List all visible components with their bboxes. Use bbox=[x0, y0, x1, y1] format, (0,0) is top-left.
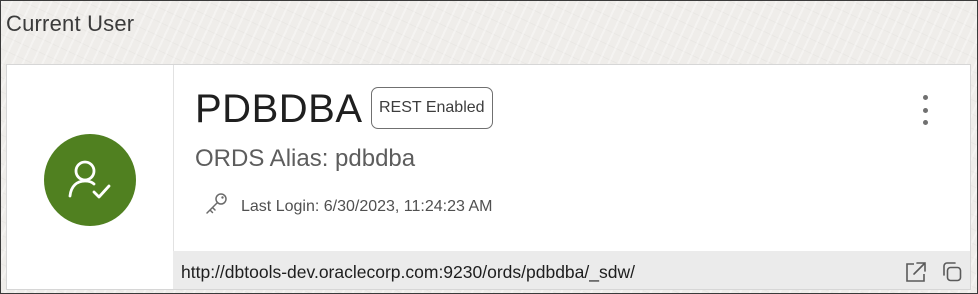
rest-enabled-badge: REST Enabled bbox=[371, 87, 493, 129]
current-user-panel: Current User PDBDBA REST Enabled ORDS Al… bbox=[0, 0, 978, 294]
section-title: Current User bbox=[6, 11, 135, 36]
last-login: Last Login: 6/30/2023, 11:24:23 AM bbox=[241, 198, 493, 215]
key-icon bbox=[203, 191, 229, 217]
url-bar: http://dbtools-dev.oraclecorp.com:9230/o… bbox=[173, 251, 970, 289]
avatar-column bbox=[7, 65, 174, 289]
sdw-url-link[interactable]: http://dbtools-dev.oraclecorp.com:9230/o… bbox=[181, 262, 635, 283]
user-name: PDBDBA bbox=[195, 87, 363, 131]
user-check-icon bbox=[44, 134, 136, 226]
external-link-icon[interactable] bbox=[904, 261, 928, 283]
copy-icon[interactable] bbox=[940, 261, 964, 283]
ords-alias: ORDS Alias: pdbdba bbox=[195, 145, 416, 172]
kebab-menu-icon[interactable] bbox=[915, 95, 935, 125]
kebab-dot bbox=[922, 120, 928, 125]
kebab-dot bbox=[922, 95, 928, 100]
kebab-dot bbox=[922, 107, 928, 113]
user-card: PDBDBA REST Enabled ORDS Alias: pdbdba L… bbox=[6, 64, 971, 290]
